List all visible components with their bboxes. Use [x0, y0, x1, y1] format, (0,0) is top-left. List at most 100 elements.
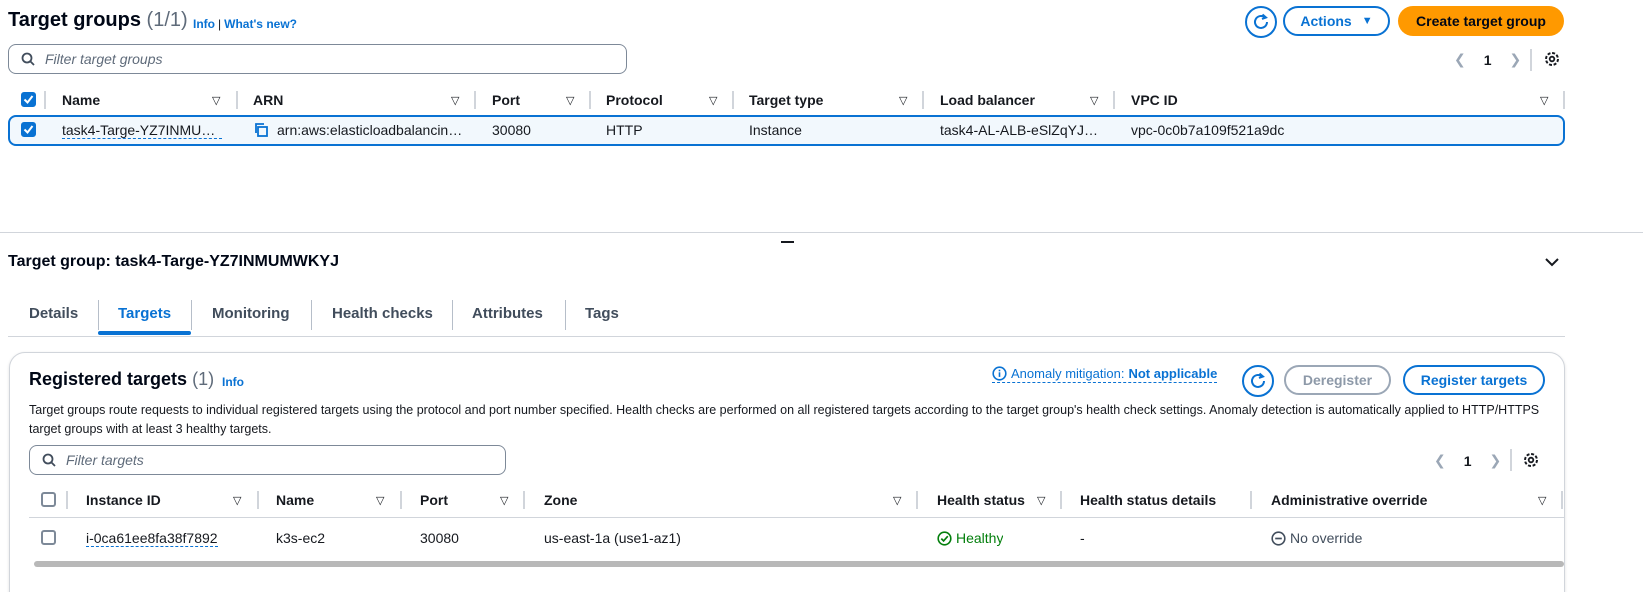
column-divider — [732, 91, 734, 109]
create-target-group-button[interactable]: Create target group — [1398, 6, 1564, 36]
tab-targets[interactable]: Targets — [118, 305, 171, 322]
resize-handle[interactable] — [781, 241, 794, 243]
search-icon — [21, 52, 35, 66]
check-icon — [23, 95, 34, 105]
refresh-icon — [1251, 372, 1265, 388]
refresh-button[interactable] — [1245, 6, 1277, 38]
sort-icon[interactable]: ▽ — [1540, 94, 1548, 107]
sort-icon[interactable]: ▽ — [899, 94, 907, 107]
gear-icon[interactable] — [1543, 50, 1561, 68]
sort-icon[interactable]: ▽ — [893, 494, 901, 507]
admin-override-text: No override — [1290, 530, 1363, 546]
tab-tags[interactable]: Tags — [585, 305, 619, 322]
tab-monitoring[interactable]: Monitoring — [212, 305, 289, 322]
divider — [1510, 449, 1512, 471]
caret-down-icon: ▼ — [1361, 15, 1373, 27]
column-divider — [400, 491, 402, 509]
column-divider — [1563, 91, 1565, 109]
check-icon — [23, 125, 34, 135]
select-all-targets-checkbox[interactable] — [41, 492, 56, 507]
column-divider — [1113, 91, 1115, 109]
tab-details[interactable]: Details — [29, 305, 78, 322]
column-header-administrative-override[interactable]: Administrative override — [1271, 492, 1427, 508]
target-group-name-link[interactable]: task4-Targe-YZ7INMUM… — [62, 122, 222, 139]
column-header-health-status[interactable]: Health status — [937, 492, 1025, 508]
search-icon — [42, 453, 56, 467]
column-divider — [66, 491, 68, 509]
whats-new-link[interactable]: What's new? — [224, 17, 297, 31]
sort-icon[interactable]: ▽ — [566, 94, 574, 107]
health-status-badge: Healthy — [937, 530, 1003, 546]
column-header-arn[interactable]: ARN — [253, 92, 283, 108]
column-header-name[interactable]: Name — [276, 492, 314, 508]
divider — [1530, 49, 1532, 71]
sort-icon[interactable]: ▽ — [1538, 494, 1546, 507]
sort-icon[interactable]: ▽ — [1090, 94, 1098, 107]
column-divider — [44, 91, 46, 109]
column-header-instance-id[interactable]: Instance ID — [86, 492, 161, 508]
filter-target-groups[interactable]: Filter target groups — [8, 44, 627, 74]
target-row-checkbox[interactable] — [41, 530, 56, 545]
targets-page-number[interactable]: 1 — [1464, 453, 1472, 469]
register-targets-button[interactable]: Register targets — [1403, 365, 1545, 395]
chevron-right-icon[interactable]: ❯ — [1490, 452, 1502, 469]
info-link[interactable]: Info — [193, 17, 215, 31]
tab-divider — [98, 300, 99, 330]
header-links: Info | What's new? — [193, 17, 297, 31]
row-checkbox[interactable] — [21, 122, 36, 137]
selection-count: (1/1) — [146, 9, 188, 31]
column-header-name[interactable]: Name — [62, 92, 100, 108]
zone-value: us-east-1a (use1-az1) — [544, 530, 681, 546]
column-divider — [1561, 491, 1563, 509]
chevron-down-icon[interactable] — [1544, 257, 1560, 267]
sort-icon[interactable]: ▽ — [1037, 494, 1045, 507]
copy-icon[interactable] — [253, 122, 269, 138]
instance-id-link[interactable]: i-0ca61ee8fa38f7892 — [86, 530, 218, 547]
column-header-health-status-details[interactable]: Health status details — [1080, 492, 1216, 508]
check-circle-icon — [937, 530, 952, 546]
column-header-port[interactable]: Port — [492, 92, 520, 108]
tab-divider — [191, 300, 192, 330]
registered-count: (1) — [192, 369, 215, 389]
actions-button[interactable]: Actions ▼ — [1283, 6, 1390, 36]
column-header-port[interactable]: Port — [420, 492, 448, 508]
health-status-text: Healthy — [956, 530, 1004, 546]
select-all-checkbox[interactable] — [21, 92, 36, 107]
column-header-zone[interactable]: Zone — [544, 492, 577, 508]
sort-icon[interactable]: ▽ — [212, 94, 220, 107]
load-balancer-value: task4-AL-ALB-eSlZqYJ7… — [940, 122, 1105, 138]
gear-icon[interactable] — [1522, 451, 1540, 469]
sort-icon[interactable]: ▽ — [376, 494, 384, 507]
refresh-targets-button[interactable] — [1242, 365, 1274, 397]
registered-info-link[interactable]: Info — [222, 375, 244, 389]
sort-icon[interactable]: ▽ — [233, 494, 241, 507]
column-header-vpc-id[interactable]: VPC ID — [1131, 92, 1178, 108]
column-header-load-balancer[interactable]: Load balancer — [940, 92, 1035, 108]
column-divider — [922, 91, 924, 109]
tab-attributes[interactable]: Attributes — [472, 305, 543, 322]
anomaly-mitigation-link[interactable]: Anomaly mitigation: Not applicable — [992, 366, 1218, 383]
page-number[interactable]: 1 — [1484, 52, 1492, 68]
filter-targets[interactable]: Filter targets — [29, 445, 506, 475]
column-divider — [474, 91, 476, 109]
column-header-protocol[interactable]: Protocol — [606, 92, 663, 108]
chevron-left-icon[interactable]: ❮ — [1434, 452, 1446, 469]
create-label: Create target group — [1416, 13, 1546, 29]
sort-icon[interactable]: ▽ — [451, 94, 459, 107]
column-header-target-type[interactable]: Target type — [749, 92, 823, 108]
registered-targets-description: Target groups route requests to individu… — [29, 403, 1540, 436]
protocol-value: HTTP — [606, 122, 643, 138]
target-name-value: k3s-ec2 — [276, 530, 326, 546]
sort-icon[interactable]: ▽ — [709, 94, 717, 107]
chevron-left-icon[interactable]: ❮ — [1454, 51, 1466, 68]
tab-health-checks[interactable]: Health checks — [332, 305, 433, 322]
tabs-underline — [8, 336, 1565, 337]
sort-icon[interactable]: ▽ — [500, 494, 508, 507]
tab-divider — [311, 300, 312, 330]
target-port-value: 30080 — [420, 530, 459, 546]
column-divider — [589, 91, 591, 109]
deregister-label: Deregister — [1302, 372, 1373, 388]
horizontal-scrollbar[interactable] — [34, 561, 1564, 567]
deregister-button[interactable]: Deregister — [1284, 365, 1391, 395]
chevron-right-icon[interactable]: ❯ — [1510, 51, 1522, 68]
